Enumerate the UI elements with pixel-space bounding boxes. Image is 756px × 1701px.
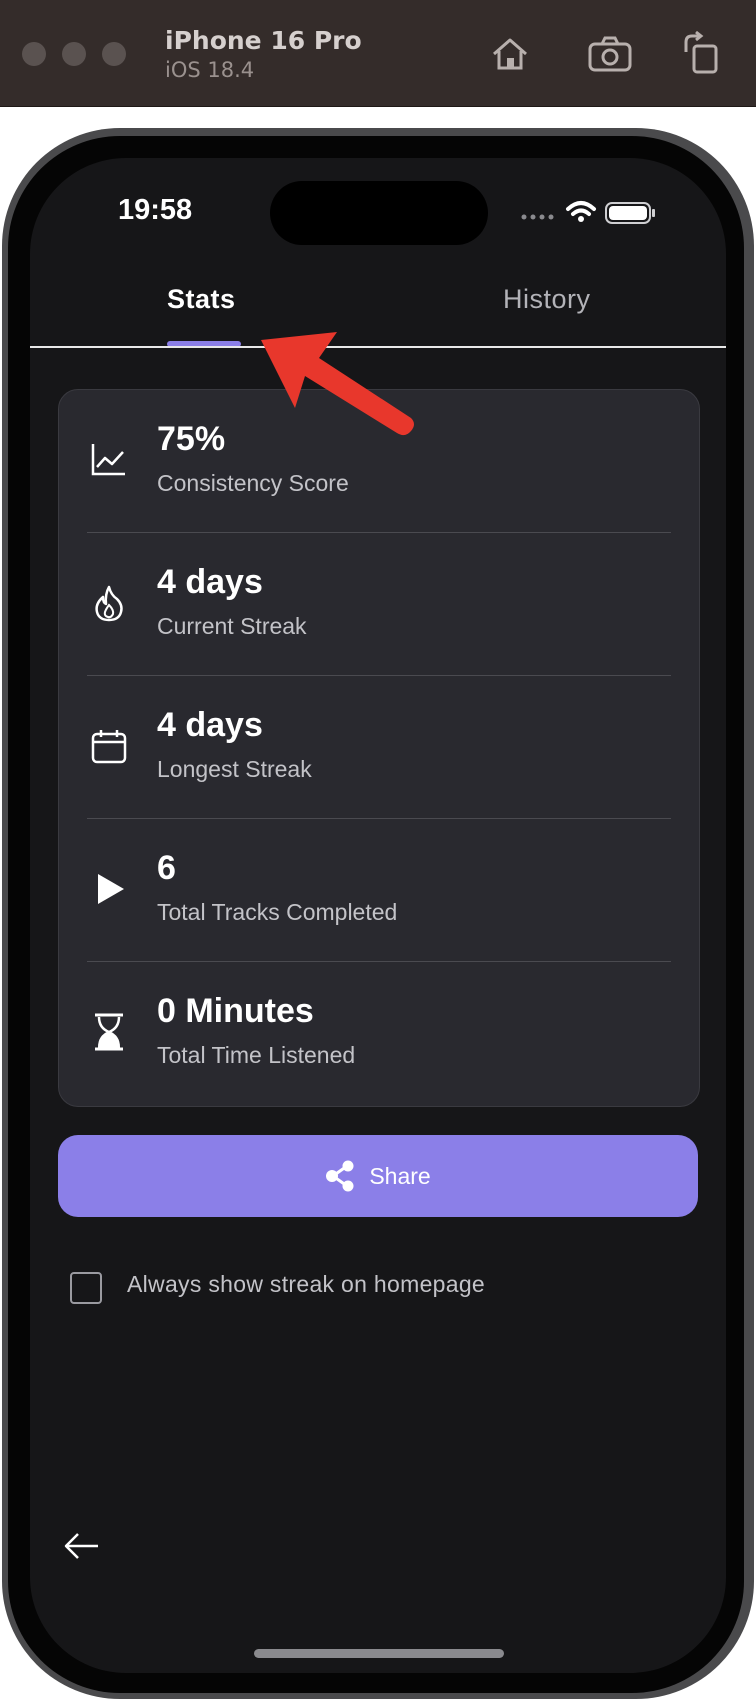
status-time: 19:58: [118, 194, 193, 226]
dynamic-island: [270, 181, 488, 245]
stat-row-longest-streak: 4 days Longest Streak: [59, 676, 699, 819]
stat-value: 4 days: [157, 563, 263, 601]
close-window-button[interactable]: [22, 42, 46, 66]
os-version: iOS 18.4: [165, 58, 255, 82]
flame-icon: [95, 585, 123, 622]
stat-label: Consistency Score: [157, 470, 349, 496]
share-button[interactable]: Share: [58, 1135, 698, 1217]
screenshot-icon[interactable]: [586, 30, 634, 78]
home-indicator[interactable]: [254, 1649, 504, 1658]
streak-homepage-label[interactable]: Always show streak on homepage: [127, 1271, 485, 1298]
hourglass-icon: [95, 1013, 123, 1051]
stat-label: Total Time Listened: [157, 1042, 356, 1068]
back-arrow-icon[interactable]: [62, 1526, 102, 1566]
simulator-title-bar: iPhone 16 Pro iOS 18.4: [0, 0, 756, 107]
stat-row-total-time: 0 Minutes Total Time Listened: [59, 962, 699, 1105]
stat-label: Longest Streak: [157, 756, 312, 782]
stat-value: 0 Minutes: [157, 992, 314, 1030]
play-icon: [98, 874, 124, 904]
stat-value: 4 days: [157, 706, 263, 744]
calendar-icon: [91, 730, 127, 764]
status-bar-icons: [521, 201, 655, 224]
chart-line-icon: [91, 444, 125, 476]
streak-homepage-checkbox[interactable]: [70, 1272, 102, 1304]
minimize-window-button[interactable]: [62, 42, 86, 66]
stat-value: 6: [157, 849, 176, 887]
zoom-window-button[interactable]: [102, 42, 126, 66]
stat-label: Current Streak: [157, 613, 307, 639]
wifi-icon: [566, 201, 596, 222]
red-arrow-icon: [261, 332, 414, 436]
rotate-icon[interactable]: [678, 30, 726, 78]
stat-row-current-streak: 4 days Current Streak: [59, 533, 699, 676]
cellular-dots-icon: [521, 214, 554, 220]
tab-stats[interactable]: Stats: [167, 284, 236, 315]
device-name: iPhone 16 Pro: [165, 26, 362, 55]
home-icon[interactable]: [486, 30, 534, 78]
stat-value: 75%: [157, 420, 226, 458]
share-label: Share: [369, 1162, 431, 1189]
stat-row-total-tracks: 6 Total Tracks Completed: [59, 819, 699, 962]
tab-history[interactable]: History: [503, 284, 591, 315]
stat-label: Total Tracks Completed: [157, 899, 398, 925]
stats-card: 75% Consistency Score 4 days Current Str…: [58, 389, 700, 1107]
share-icon: [326, 1160, 354, 1192]
battery-icon: [605, 202, 655, 224]
